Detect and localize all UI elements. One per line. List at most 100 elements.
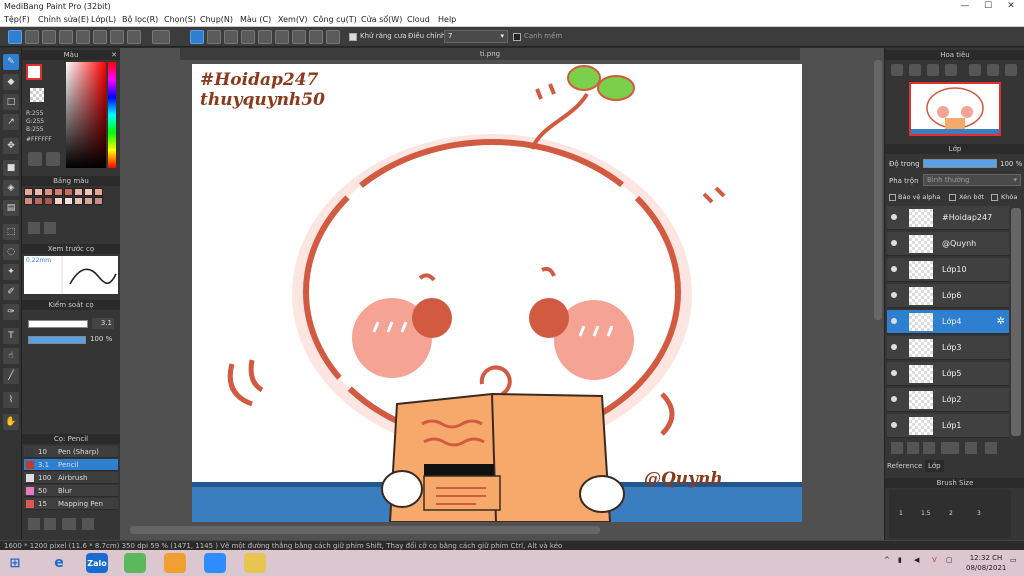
brush-size-value[interactable]: 3.1 [92, 318, 114, 329]
coccoc-icon[interactable] [124, 553, 146, 573]
layer-row[interactable]: Lớp3 [887, 336, 1009, 360]
palette-swatch[interactable] [94, 188, 103, 196]
brush-list-item[interactable]: 50 Blur [24, 485, 118, 497]
menu-select[interactable]: Chọn(S) [164, 15, 196, 24]
layer-row[interactable]: Lớp1 [887, 414, 1009, 438]
zalo-icon[interactable]: Zalo [86, 553, 108, 573]
close-icon[interactable]: ✕ [111, 50, 117, 60]
new-halftone-layer-icon[interactable] [907, 442, 919, 454]
horizontal-scrollbar[interactable] [130, 526, 600, 534]
brush-size-slider[interactable] [28, 320, 88, 328]
correction-select[interactable]: 7 ▾ [444, 30, 508, 43]
shape-tool-icon[interactable]: ■ [3, 160, 19, 176]
antialias-checkbox[interactable] [349, 33, 357, 41]
eye-icon[interactable] [891, 370, 897, 376]
palette-swatch[interactable] [84, 188, 93, 196]
brush-list-item[interactable]: 3.1 Pencil [24, 459, 118, 471]
undo-icon[interactable] [152, 30, 170, 44]
ellipse-snap-icon[interactable] [292, 30, 306, 44]
menu-file[interactable]: Tệp(F) [4, 15, 30, 24]
folder-icon[interactable] [965, 442, 977, 454]
tab-layer[interactable]: Lớp [925, 460, 944, 472]
palette-swatch[interactable] [24, 188, 33, 196]
menu-layer[interactable]: Lớp(L) [91, 15, 116, 24]
layer-opacity-slider[interactable] [923, 159, 997, 168]
curve-snap-icon[interactable] [309, 30, 323, 44]
new-layer-icon[interactable] [891, 442, 903, 454]
file-explorer-icon[interactable] [244, 553, 266, 573]
palette-swatch[interactable] [34, 188, 43, 196]
palette-swatch[interactable] [64, 188, 73, 196]
rotate-left-icon[interactable] [969, 64, 981, 76]
chrome-icon[interactable] [164, 553, 186, 573]
radial-snap-icon[interactable] [241, 30, 255, 44]
language-icon[interactable]: ▢ [946, 556, 953, 564]
zoom-icon[interactable] [204, 553, 226, 573]
menu-cloud[interactable]: Cloud [407, 15, 430, 24]
comment-icon[interactable] [42, 30, 56, 44]
menu-help[interactable]: Help [438, 15, 456, 24]
palette-swatch[interactable] [54, 197, 63, 205]
eye-icon[interactable] [891, 214, 897, 220]
rotate-right-icon[interactable] [987, 64, 999, 76]
gradient-tool-icon[interactable]: ▤ [3, 200, 19, 216]
new-palette-icon[interactable] [28, 222, 40, 234]
move-tool-icon[interactable]: ✥ [3, 138, 19, 154]
palette-swatch[interactable] [44, 188, 53, 196]
notification-icon[interactable]: ▭ [1010, 556, 1017, 564]
layer-row[interactable]: Lớp6 [887, 284, 1009, 308]
dot-tool-icon[interactable]: □ [3, 94, 19, 110]
brush-size-1-5[interactable]: 1.5 [921, 510, 931, 517]
no-snap-icon[interactable] [190, 30, 204, 44]
clipping-checkbox[interactable] [949, 194, 956, 201]
delete-layer-icon[interactable] [985, 442, 997, 454]
menu-edit[interactable]: Chỉnh sửa(E) [38, 15, 89, 24]
eye-icon[interactable] [891, 344, 897, 350]
protect-alpha-checkbox[interactable] [889, 194, 896, 201]
lasso-tool-icon[interactable]: ◌ [3, 244, 19, 260]
lock-checkbox[interactable] [991, 194, 998, 201]
volume-icon[interactable]: ◀ [914, 556, 919, 564]
vertical-scrollbar[interactable] [874, 60, 882, 320]
magic-wand-tool-icon[interactable]: ✦ [3, 264, 19, 280]
brush-tool-icon[interactable]: ✎ [3, 54, 19, 70]
eyedropper-tool-icon[interactable]: ⌇ [3, 392, 19, 408]
windows-start-icon[interactable]: ⊞ [4, 553, 26, 573]
tab-reference[interactable]: Reference [887, 460, 922, 472]
zoom-in-icon[interactable] [891, 64, 903, 76]
layer-row[interactable]: @Quynh [887, 232, 1009, 256]
brush-list-item[interactable]: 10 Pen (Sharp) [24, 446, 118, 458]
menu-filter[interactable]: Bộ lọc(R) [122, 15, 158, 24]
brush-opacity-slider[interactable] [28, 336, 86, 344]
navigator-thumbnail[interactable] [909, 82, 1001, 136]
eye-icon[interactable] [891, 266, 897, 272]
actual-size-icon[interactable] [945, 64, 957, 76]
marquee-tool-icon[interactable]: ⬚ [3, 224, 19, 240]
brush-settings-icon[interactable] [28, 518, 40, 530]
grid-snap-icon[interactable] [224, 30, 238, 44]
palette-swatch[interactable] [84, 197, 93, 205]
menu-window[interactable]: Cửa sổ(W) [361, 15, 402, 24]
palette-swatch[interactable] [24, 197, 33, 205]
palette-swatch[interactable] [74, 188, 83, 196]
layer-row[interactable]: Lớp4 ✲ [887, 310, 1009, 334]
eye-icon[interactable] [891, 318, 897, 324]
layout-icon[interactable] [127, 30, 141, 44]
perspective-snap-icon[interactable] [258, 30, 272, 44]
menu-capture[interactable]: Chụp(N) [200, 15, 233, 24]
layer-row[interactable]: #Hoidap247 [887, 206, 1009, 230]
clock[interactable]: 12:32 CH 08/08/2021 [966, 553, 1006, 573]
tray-arrow-icon[interactable]: ^ [884, 556, 890, 564]
brush-menu-icon[interactable] [62, 518, 76, 530]
zoom-out-icon[interactable] [909, 64, 921, 76]
network-icon[interactable]: ▮ [898, 556, 902, 564]
brush-list-item[interactable]: 100 Airbrush [24, 472, 118, 484]
export-icon[interactable] [25, 30, 39, 44]
soft-edge-checkbox[interactable] [513, 33, 521, 41]
fit-icon[interactable] [927, 64, 939, 76]
maximize-button[interactable]: ☐ [977, 0, 999, 14]
background-color-swatch[interactable] [30, 88, 44, 102]
select-tool-icon[interactable]: ↗ [3, 114, 19, 130]
panel-icon[interactable] [93, 30, 107, 44]
palette-swatch[interactable] [74, 197, 83, 205]
